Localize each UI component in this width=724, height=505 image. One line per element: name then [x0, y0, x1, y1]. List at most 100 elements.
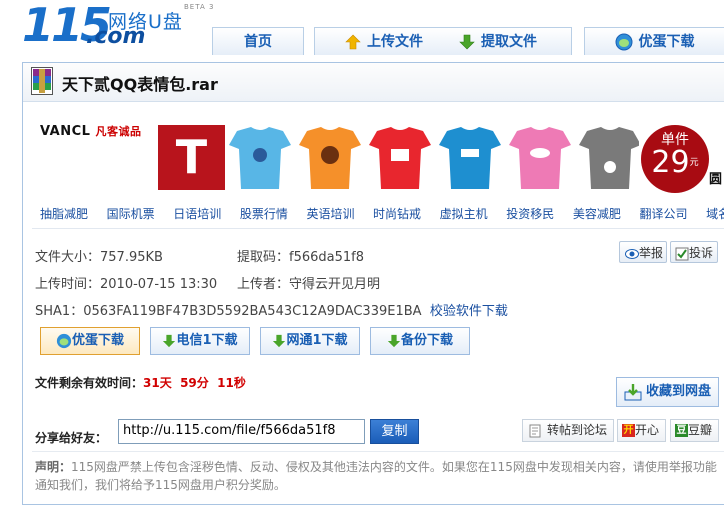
nav-home[interactable]: 首页	[212, 27, 304, 55]
logo-domain: .com	[86, 24, 146, 49]
vancl-brand: VANCL	[40, 124, 91, 139]
ad-link[interactable]: 翻译公司	[639, 205, 687, 222]
tshirt-ad-images[interactable]	[229, 125, 639, 193]
uploader-row: 上传者：守得云开见月明	[237, 273, 380, 292]
price-suffix: 圆	[709, 172, 723, 187]
price-unit: 元	[689, 158, 699, 168]
extract-code-row: 提取码：f566da51f8	[237, 246, 364, 265]
netcom-download-button[interactable]: 网通1下载	[260, 327, 360, 355]
eye-icon	[625, 248, 639, 259]
tshirt-blue-icon	[229, 127, 291, 189]
download-arrow-icon	[163, 334, 176, 347]
ad-link[interactable]: 国际机票	[107, 205, 155, 222]
disclaimer-label: 声明：	[35, 460, 72, 474]
netcom-download-label: 网通1下载	[286, 333, 348, 348]
kaixin-icon: 开	[622, 424, 635, 437]
share-label: 分享给好友：	[35, 431, 108, 445]
ad-link[interactable]: 美容减肥	[573, 205, 621, 222]
forum-icon	[529, 424, 541, 437]
file-title: 天下贰QQ表情包.rar	[62, 75, 218, 94]
ad-link[interactable]: 虚拟主机	[440, 205, 488, 222]
file-size-row: 文件大小：757.95KB	[35, 246, 163, 265]
backup-download-button[interactable]: 备份下载	[370, 327, 470, 355]
disclaimer: 声明：115网盘严禁上传包含淫秽色情、反动、侵权及其他违法内容的文件。如果您在1…	[35, 458, 720, 494]
vancl-t-banner[interactable]: T	[158, 125, 225, 190]
download-arrow-icon	[459, 34, 475, 50]
vancl-brand-cn: 凡客诚品	[95, 125, 142, 138]
copy-button[interactable]: 复制	[370, 419, 419, 444]
uploader-value: 守得云开见月明	[289, 277, 381, 292]
douban-share-button[interactable]: 豆豆瓣	[670, 419, 719, 442]
ad-link[interactable]: 时尚钻戒	[373, 205, 421, 222]
nav-extract[interactable]: 提取文件	[459, 28, 537, 56]
expiry-days: 31天	[143, 376, 172, 390]
ad-link[interactable]: 日语培训	[173, 205, 221, 222]
sha1-value: 0563FA119BF47B3D5592BA543C12A9DAC339E1BA	[83, 304, 422, 319]
sha1-row: SHA1：0563FA119BF47B3D5592BA543C12A9DAC33…	[35, 300, 508, 319]
nav-youdan[interactable]: 优蛋下载	[584, 27, 724, 55]
upload-time-label: 上传时间：	[35, 277, 101, 292]
tshirt-orange-icon	[299, 127, 361, 189]
file-size-label: 文件大小：	[35, 250, 101, 265]
save-to-disk-button[interactable]: 收藏到网盘	[616, 377, 719, 407]
kaixin-label: 开心	[635, 423, 660, 437]
price-value: 29元	[651, 145, 699, 180]
ad-link[interactable]: 投资移民	[506, 205, 554, 222]
ad-links: 抽脂减肥 国际机票 日语培训 股票行情 英语培训 时尚钻戒 虚拟主机 投资移民 美容减肥 翻译公司…	[40, 205, 724, 222]
report-button[interactable]: 举报	[619, 241, 667, 263]
share-url-input[interactable]: http://u.115.com/file/f566da51f8	[118, 419, 365, 444]
expiry-seconds: 11秒	[217, 376, 246, 390]
nav-upload-extract: 上传文件 提取文件	[314, 27, 572, 55]
upload-time-row: 上传时间：2010-07-15 13:30	[35, 273, 217, 292]
ad-link[interactable]: 抽脂减肥	[40, 205, 88, 222]
tshirt-red-icon	[369, 127, 431, 189]
file-size-value: 757.95KB	[100, 250, 163, 265]
tshirt-pink-icon	[509, 127, 571, 189]
ad-link[interactable]: 股票行情	[240, 205, 288, 222]
youdan-icon	[56, 333, 72, 348]
vancl-logo[interactable]: VANCL 凡客诚品	[40, 123, 141, 139]
expiry-label: 文件剩余有效时间：	[35, 376, 144, 390]
nav-youdan-label: 优蛋下载	[638, 34, 695, 50]
sha1-label: SHA1：	[35, 304, 84, 319]
upload-arrow-icon	[345, 34, 361, 50]
nav-upload[interactable]: 上传文件	[345, 28, 423, 56]
nav-upload-label: 上传文件	[367, 34, 423, 50]
extract-code-label: 提取码：	[237, 250, 290, 265]
douban-label: 豆瓣	[688, 423, 713, 437]
post-to-forum-button[interactable]: 转帖到论坛	[522, 419, 614, 442]
extract-code-value: f566da51f8	[289, 250, 365, 265]
telecom-download-button[interactable]: 电信1下载	[150, 327, 250, 355]
post-to-forum-label: 转帖到论坛	[547, 423, 608, 437]
ad-link[interactable]: 域名	[706, 205, 724, 222]
telecom-download-label: 电信1下载	[176, 333, 238, 348]
save-to-disk-icon	[624, 383, 642, 400]
tshirt-cyan-icon	[439, 127, 501, 189]
kaixin-share-button[interactable]: 开开心	[617, 419, 666, 442]
youdan-download-label: 优蛋下载	[71, 333, 124, 348]
tshirt-gray-icon	[579, 127, 639, 189]
price-badge[interactable]: 单件 29元	[641, 125, 709, 193]
upload-time-value: 2010-07-15 13:30	[100, 277, 218, 292]
nav-home-label: 首页	[244, 34, 272, 50]
download-arrow-icon	[387, 334, 401, 347]
expiry-minutes: 59分	[180, 376, 209, 390]
report-label: 举报	[639, 246, 664, 260]
divider	[32, 228, 724, 229]
uploader-label: 上传者：	[237, 277, 290, 292]
beta-label: BETA 3	[184, 3, 215, 11]
complain-icon	[675, 247, 689, 260]
expiry-timer: 文件剩余有效时间：31天 59分 11秒	[35, 374, 246, 391]
youdan-icon	[615, 33, 632, 51]
rar-file-icon	[31, 67, 53, 95]
ad-link[interactable]: 英语培训	[306, 205, 354, 222]
divider	[32, 451, 724, 452]
complain-button[interactable]: 投诉	[670, 241, 718, 263]
douban-icon: 豆	[675, 424, 688, 437]
verify-software-link[interactable]: 校验软件下载	[430, 304, 508, 319]
disclaimer-text: 115网盘严禁上传包含淫秽色情、反动、侵权及其他违法内容的文件。如果您在115网…	[35, 460, 717, 492]
backup-download-label: 备份下载	[400, 333, 453, 348]
complain-label: 投诉	[689, 246, 714, 260]
nav-extract-label: 提取文件	[481, 34, 537, 50]
youdan-download-button[interactable]: 优蛋下载	[40, 327, 140, 355]
